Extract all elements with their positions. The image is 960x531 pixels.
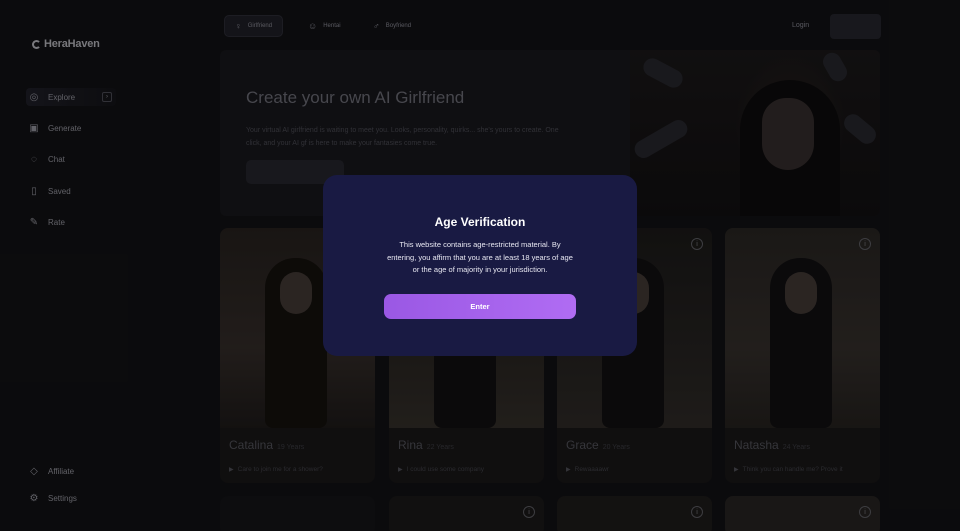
enter-button[interactable]: Enter (384, 294, 576, 319)
dialog-message: This website contains age-restricted mat… (387, 240, 573, 274)
dialog-title: Age Verification (434, 215, 526, 229)
age-verification-dialog: Age Verification This website contains a… (323, 175, 637, 356)
